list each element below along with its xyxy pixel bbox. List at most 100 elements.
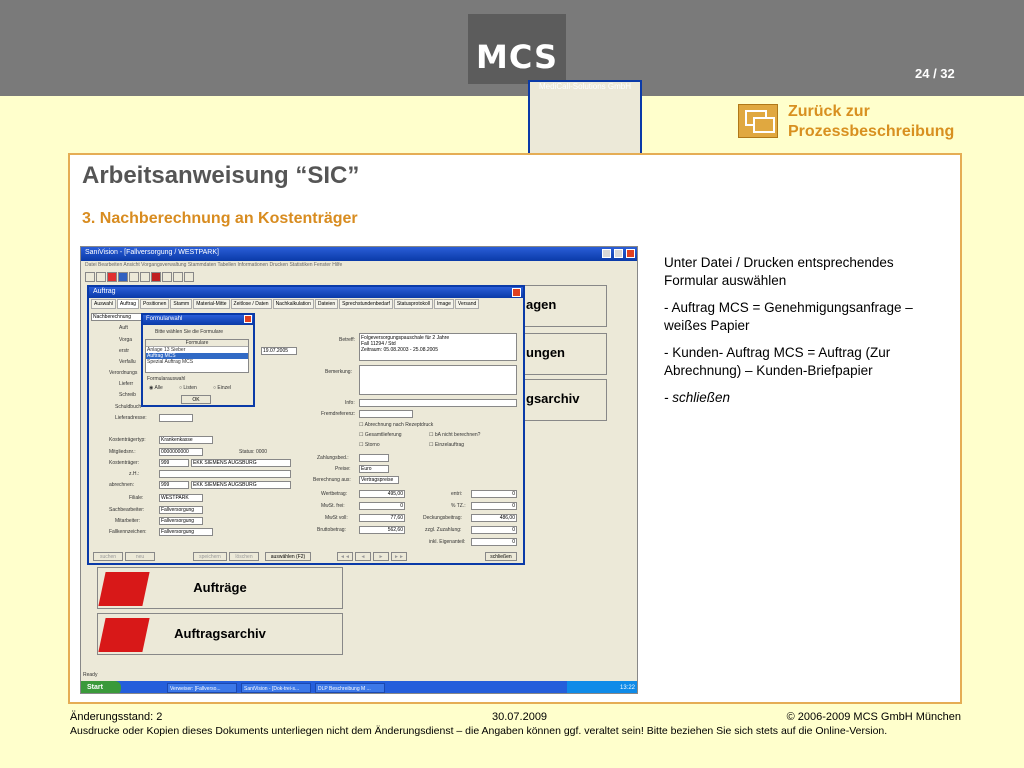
fremdreferenz-field[interactable] <box>359 410 413 418</box>
label-mwst-voll: MwSt voll: <box>325 515 348 521</box>
mitarbeiter-field[interactable]: Fallversorgung <box>159 517 203 525</box>
check-rezeptdruck-label: Abrechnung nach Rezeptdruck <box>364 422 434 428</box>
check-gesamtlieferung[interactable]: ☐ Gesamtlieferung <box>359 432 402 438</box>
check-einzelauftrag[interactable]: ☐ Einzelauftrag <box>429 442 464 448</box>
radio-alle[interactable]: ◉ Alle <box>149 385 163 391</box>
menu-button-partial-1[interactable]: agen <box>523 285 607 327</box>
kostentraeger-name: EKK SIEMENS AUGSBURG <box>191 459 291 467</box>
lieferadresse-field[interactable] <box>159 414 193 422</box>
tz-field: 0 <box>471 502 517 510</box>
header-bar: MCS MediCall-Solutions GmbH 24 / 32 <box>0 0 1024 174</box>
speichern-button[interactable]: speichern <box>193 552 227 561</box>
filiale-select[interactable]: WESTPARK <box>159 494 203 502</box>
loeschen-button[interactable]: löschen <box>229 552 259 561</box>
check-nicht-berechnen[interactable]: ☐ bA nicht berechnen? <box>429 432 480 438</box>
suchen-button[interactable]: suchen <box>93 552 123 561</box>
toolbar-icon[interactable] <box>151 272 161 282</box>
zahlung-select[interactable] <box>359 454 389 462</box>
fallkennzeichen-select[interactable]: Fallversorgung <box>159 528 213 536</box>
ok-button[interactable]: OK <box>181 395 211 404</box>
betreff-textarea[interactable]: Folgeversorgungspauschale für 2 Jahre Fa… <box>359 333 517 361</box>
label-schreib: Schreib <box>119 392 136 398</box>
instructions: Unter Datei / Drucken entsprechendes For… <box>664 254 944 416</box>
entri-field: 0 <box>471 490 517 498</box>
kostentraegertyp-select[interactable]: Krankenkasse <box>159 436 213 444</box>
abrechnen-field[interactable]: 999 <box>159 481 189 489</box>
maximize-icon[interactable] <box>614 249 623 258</box>
check-einzelauftrag-label: Einzelauftrag <box>434 442 465 448</box>
footer-disclaimer: Ausdrucke oder Kopien dieses Dokuments u… <box>70 725 888 737</box>
date-field[interactable]: 19.07.2005 <box>261 347 297 355</box>
label-betreff: Betreff: <box>339 337 356 343</box>
minimize-icon[interactable] <box>602 249 611 258</box>
toolbar-icon[interactable] <box>107 272 117 282</box>
tab-positionen[interactable]: Positionen <box>140 299 170 309</box>
auftraege-button[interactable]: Aufträge <box>97 567 343 609</box>
close-icon[interactable] <box>244 315 252 323</box>
toolbar-icon[interactable] <box>140 272 150 282</box>
tab-auswahl[interactable]: Auswahl <box>91 299 116 309</box>
neu-button[interactable]: neu <box>125 552 155 561</box>
mwst-voll-field: 77,60 <box>359 514 405 522</box>
bemerkung-textarea[interactable] <box>359 365 517 395</box>
toolbar-icon[interactable] <box>118 272 128 282</box>
footer-revision: Änderungsstand: 2 <box>70 711 163 723</box>
sachbearbeiter-select[interactable]: Fallversorgung <box>159 506 203 514</box>
tab-statusprotokoll[interactable]: Statusprotokoll <box>393 299 433 309</box>
label-deckungsbeitrag: Deckungsbeitrag: <box>423 515 462 521</box>
mitgliedsnr-field[interactable]: 0000000000 <box>159 448 203 456</box>
back-to-process-link[interactable]: Zurück zur Prozessbeschreibung <box>738 102 968 142</box>
kostentraeger-field[interactable]: 999 <box>159 459 189 467</box>
app-menubar[interactable]: Datei Bearbeiten Ansicht Vorgangsverwalt… <box>81 261 637 271</box>
taskbar-item[interactable]: Verweiser: [Fallverso... <box>167 683 237 693</box>
tab-zeitlose[interactable]: Zeitlose / Daten <box>230 299 272 309</box>
last-record-button[interactable]: ►► <box>391 552 407 561</box>
auftragsarchiv-button[interactable]: Auftragsarchiv <box>97 613 343 655</box>
formular-item[interactable]: Spezial Auftrag MCS <box>146 359 248 365</box>
next-record-button[interactable]: ► <box>373 552 389 561</box>
taskbar-item[interactable]: DLP Beschreibung M ... <box>315 683 385 693</box>
prev-record-button[interactable]: ◄ <box>355 552 371 561</box>
tab-sprechstundenbedarf[interactable]: Sprechstundenbedarf <box>339 299 393 309</box>
toolbar-icon[interactable] <box>129 272 139 282</box>
tab-material[interactable]: Material-Mitte <box>193 299 230 309</box>
start-button[interactable]: Start <box>81 681 121 693</box>
footer-date: 30.07.2009 <box>492 711 548 723</box>
toolbar-icon[interactable] <box>85 272 95 282</box>
tab-dateien[interactable]: Dateien <box>314 299 339 309</box>
toolbar-icon[interactable] <box>96 272 106 282</box>
schliessen-button[interactable]: schließen <box>485 552 517 561</box>
auftrag-tabs: Auswahl Auftrag Positionen Stamm Materia… <box>89 298 523 310</box>
check-rezeptdruck[interactable]: ☐ Abrechnung nach Rezeptdruck <box>359 422 433 428</box>
toolbar-icon[interactable] <box>173 272 183 282</box>
tab-nachkalkulation[interactable]: Nachkalkulation <box>272 299 314 309</box>
formularwahl-prompt: Bitte wählen Sie die Formulare <box>155 329 224 335</box>
radio-einzel-label: Einzel <box>217 385 232 391</box>
label-preise: Preise: <box>335 466 351 472</box>
close-icon[interactable] <box>626 249 635 258</box>
toolbar-icon[interactable] <box>162 272 172 282</box>
berechnung-select[interactable]: Vertragspreise <box>359 476 399 484</box>
radio-einzel[interactable]: ○ Einzel <box>213 385 231 391</box>
toolbar-icon[interactable] <box>184 272 194 282</box>
tab-image[interactable]: Image <box>434 299 454 309</box>
close-icon[interactable] <box>512 288 521 297</box>
menu-button-partial-2[interactable]: ungen <box>523 333 607 375</box>
formular-list[interactable]: Formulare Anlage 13 Sieber Auftrag MCS S… <box>145 339 249 373</box>
radio-listen-label: Listen <box>183 385 197 391</box>
check-storno[interactable]: ☐ Storno <box>359 442 380 448</box>
auswaehlen-button[interactable]: auswählen (F2) <box>265 552 311 561</box>
first-record-button[interactable]: ◄◄ <box>337 552 353 561</box>
bruttobetrag-field: 562,60 <box>359 526 405 534</box>
label-berechnung: Berechnung aus: <box>313 477 351 483</box>
info-field[interactable] <box>359 399 517 407</box>
tab-stamm[interactable]: Stamm <box>170 299 193 309</box>
nachberechnung-field[interactable]: Nachberechnung <box>91 313 145 321</box>
tab-versand[interactable]: Versand <box>454 299 480 309</box>
radio-listen[interactable]: ○ Listen <box>179 385 197 391</box>
taskbar-item[interactable]: SaniVision - [Dok-trei-s... <box>241 683 311 693</box>
preise-select[interactable]: Euro <box>359 465 389 473</box>
menu-button-partial-3[interactable]: gsarchiv <box>523 379 607 421</box>
zh-field[interactable] <box>159 470 291 478</box>
tab-auftrag[interactable]: Auftrag <box>116 299 140 309</box>
